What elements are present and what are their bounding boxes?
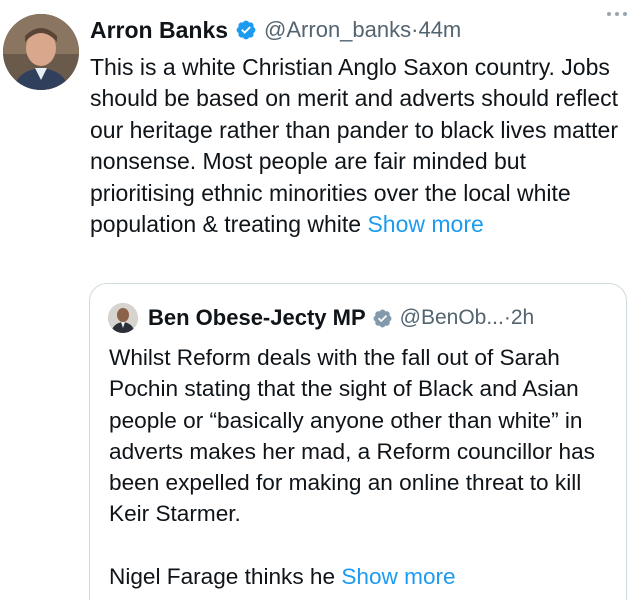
show-more-link[interactable]: Show more: [367, 211, 483, 237]
quoted-author-avatar-image: [108, 303, 138, 333]
quoted-tweet-body: Whilst Reform deals with the fall out of…: [109, 345, 595, 590]
tweet-header: Arron Banks @Arron_banks · 44m: [90, 8, 630, 52]
quoted-tweet-time[interactable]: 2h: [511, 306, 534, 330]
quoted-time-separator: ·: [503, 306, 511, 329]
time-separator: ·: [411, 17, 419, 42]
more-options-icon[interactable]: [607, 12, 627, 16]
quoted-tweet-text: Whilst Reform deals with the fall out of…: [109, 342, 619, 592]
quoted-tweet[interactable]: Ben Obese-Jecty MP @BenOb... · 2h Whilst…: [89, 283, 627, 600]
quoted-author-avatar: [108, 303, 138, 333]
author-handle[interactable]: @Arron_banks: [264, 17, 411, 43]
quoted-verified-badge-icon: [372, 308, 393, 329]
author-avatar[interactable]: [3, 14, 79, 90]
verified-badge-icon: [235, 19, 257, 41]
quoted-author-handle[interactable]: @BenOb...: [400, 306, 504, 330]
quoted-author-name[interactable]: Ben Obese-Jecty MP: [148, 305, 366, 331]
quoted-show-more-link[interactable]: Show more: [341, 564, 455, 589]
tweet[interactable]: Arron Banks @Arron_banks · 44m This is a…: [0, 0, 635, 600]
author-avatar-image: [3, 14, 79, 90]
quoted-tweet-header: Ben Obese-Jecty MP @BenOb... · 2h: [108, 300, 534, 336]
tweet-body: This is a white Christian Anglo Saxon co…: [90, 54, 625, 238]
tweet-content: Arron Banks @Arron_banks · 44m This is a…: [90, 8, 630, 240]
author-name[interactable]: Arron Banks: [90, 17, 228, 44]
tweet-text: This is a white Christian Anglo Saxon co…: [90, 52, 630, 240]
tweet-time[interactable]: 44m: [418, 17, 461, 43]
